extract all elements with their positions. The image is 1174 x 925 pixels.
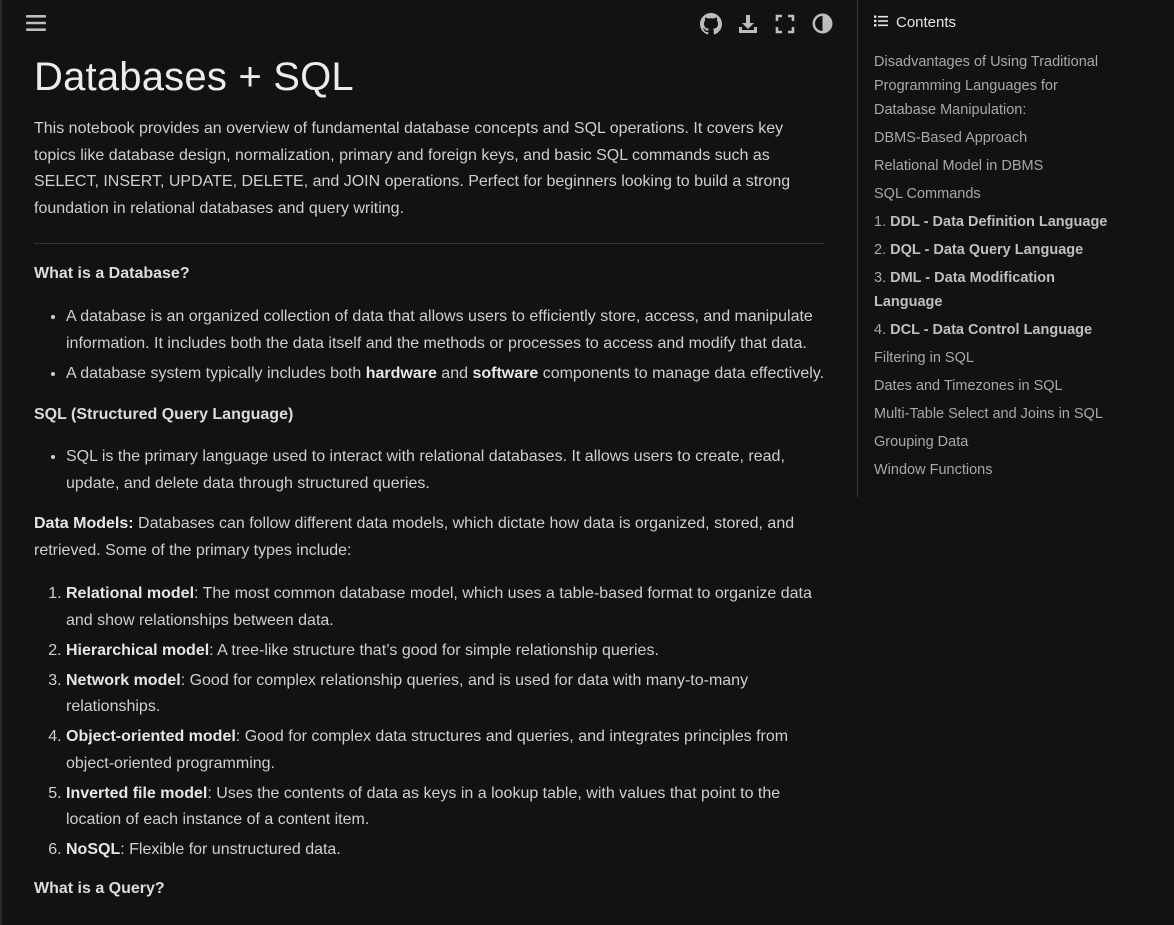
list-item: Network model: Good for complex relation… <box>66 668 826 721</box>
hamburger-icon[interactable] <box>24 11 48 35</box>
toc-item-grouping[interactable]: Grouping Data <box>874 430 1114 454</box>
toc-sidebar: Contents Disadvantages of Using Traditio… <box>857 0 1174 497</box>
download-icon[interactable] <box>736 12 760 36</box>
list-item: Inverted file model: Uses the contents o… <box>66 781 826 834</box>
toc-header: Contents <box>874 14 956 31</box>
list-icon <box>874 14 888 31</box>
section-heading-what-is-database: What is a Database? <box>34 265 190 282</box>
section-heading-what-is-query: What is a Query? <box>34 879 165 897</box>
toc-item-filtering[interactable]: Filtering in SQL <box>874 346 1114 370</box>
toc-item-dql[interactable]: 2. DQL - Data Query Language <box>874 238 1114 262</box>
top-toolbar <box>0 0 857 46</box>
toc-list: Disadvantages of Using Traditional Progr… <box>874 50 1114 486</box>
toc-title: Contents <box>896 14 957 31</box>
toc-item-window-functions[interactable]: Window Functions <box>874 458 1114 482</box>
contrast-icon[interactable] <box>810 11 834 35</box>
toc-item-dbms-approach[interactable]: DBMS-Based Approach <box>874 126 1114 150</box>
data-models-list: Relational model: The most common databa… <box>34 581 826 864</box>
list-item: SQL is the primary language used to inte… <box>66 444 826 497</box>
fullscreen-icon[interactable] <box>773 12 797 36</box>
divider <box>34 243 824 244</box>
list-item: Hierarchical model: A tree-like structur… <box>66 638 826 665</box>
section-heading-sql: SQL (Structured Query Language) <box>34 406 294 423</box>
toc-item-relational-model[interactable]: Relational Model in DBMS <box>874 154 1114 178</box>
database-bullets: A database is an organized collection of… <box>34 304 826 387</box>
toc-item-sql-commands[interactable]: SQL Commands <box>874 182 1114 206</box>
data-models-paragraph: Data Models: Databases can follow differ… <box>34 515 795 559</box>
toc-item-dml[interactable]: 3. DML - Data Modification Language <box>874 266 1114 314</box>
github-icon[interactable] <box>699 12 723 36</box>
list-item: Relational model: The most common databa… <box>66 581 826 634</box>
page-title: Databases + SQL <box>34 55 354 99</box>
toc-item-dcl[interactable]: 4. DCL - Data Control Language <box>874 318 1114 342</box>
list-item: A database system typically includes bot… <box>66 361 826 388</box>
intro-paragraph: This notebook provides an overview of fu… <box>34 120 791 217</box>
list-item: Object-oriented model: Good for complex … <box>66 724 826 777</box>
main-content: Databases + SQL This notebook provides a… <box>34 46 826 900</box>
list-item: NoSQL: Flexible for unstructured data. <box>66 837 826 864</box>
toc-item-disadvantages[interactable]: Disadvantages of Using Traditional Progr… <box>874 50 1114 122</box>
list-item: A database is an organized collection of… <box>66 304 826 357</box>
sql-bullets: SQL is the primary language used to inte… <box>34 444 826 497</box>
left-border <box>0 0 2 925</box>
toc-item-dates-timezones[interactable]: Dates and Timezones in SQL <box>874 374 1114 398</box>
toc-item-ddl[interactable]: 1. DDL - Data Definition Language <box>874 210 1114 234</box>
toc-item-joins[interactable]: Multi-Table Select and Joins in SQL <box>874 402 1114 426</box>
